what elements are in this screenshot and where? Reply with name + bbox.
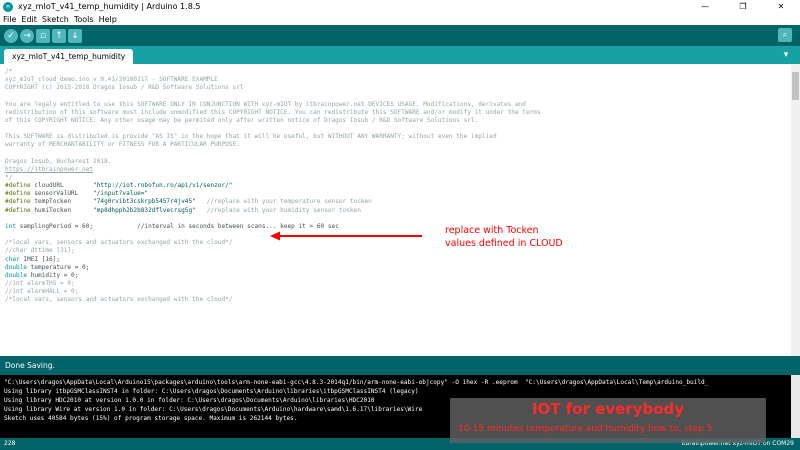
console-line: "C:\Users\dragos\AppData\Local\Arduino15… [4, 379, 709, 386]
banner-subtitle: 10-15 minutes temperature and humidity h… [458, 424, 713, 434]
status-bar: Done Saving. [0, 356, 800, 375]
banner-title: IOT for everybody [531, 400, 685, 418]
annotation-text: replace with Tocken values defined in CL… [445, 224, 563, 250]
console-scrollbar[interactable] [791, 375, 800, 438]
annotation-line-1: replace with Tocken [445, 225, 539, 236]
line-number: 228 [4, 440, 16, 447]
console-line: Using library itbpGSMClassINST4 in folde… [4, 388, 419, 395]
overlay-banner: IOT for everybody 10-15 minutes temperat… [450, 398, 766, 443]
annotation-line-2: values defined in CLOUD [445, 238, 563, 249]
